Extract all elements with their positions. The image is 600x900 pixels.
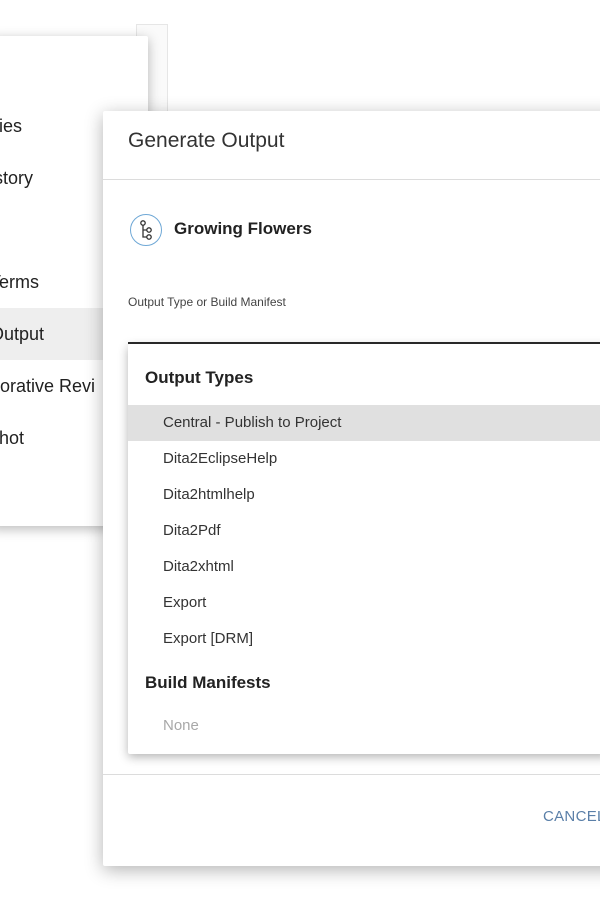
option-export-drm[interactable]: Export [DRM] — [128, 621, 600, 657]
project-name: Growing Flowers — [174, 219, 312, 238]
option-export[interactable]: Export — [128, 585, 600, 621]
output-types-header: Output Types — [145, 368, 254, 387]
dialog-title: Generate Output — [128, 129, 285, 152]
tree-branch-icon — [130, 214, 162, 246]
menu-item-label: borative Revi — [0, 376, 96, 396]
cancel-button[interactable]: CANCEL — [543, 808, 600, 825]
menu-item-label: Output — [0, 324, 45, 344]
menu-item-label: istory — [0, 168, 34, 188]
output-type-dropdown: Output Types Central - Publish to Projec… — [128, 344, 600, 754]
option-dita2htmlhelp[interactable]: Dita2htmlhelp — [128, 477, 600, 513]
title-divider — [103, 179, 600, 180]
menu-item-label: cies — [0, 116, 23, 136]
option-dita2eclipsehelp[interactable]: Dita2EclipseHelp — [128, 441, 600, 477]
menu-item-label: shot — [0, 428, 25, 448]
footer-divider — [103, 774, 600, 775]
output-type-field-label: Output Type or Build Manifest — [128, 295, 286, 309]
option-dita2pdf[interactable]: Dita2Pdf — [128, 513, 600, 549]
build-manifests-header: Build Manifests — [145, 673, 271, 692]
option-central-publish[interactable]: Central - Publish to Project — [128, 405, 600, 441]
build-manifest-none: None — [163, 717, 199, 734]
menu-item-label: Terms — [0, 272, 39, 292]
option-dita2xhtml[interactable]: Dita2xhtml — [128, 549, 600, 585]
